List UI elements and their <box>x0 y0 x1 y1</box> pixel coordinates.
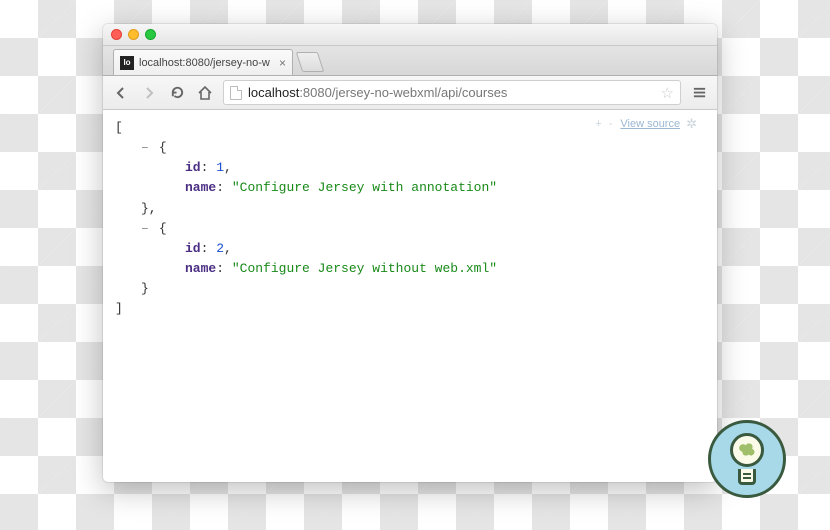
browser-tab-active[interactable]: lo localhost:8080/jersey-no-w × <box>113 49 293 75</box>
url-display: localhost:8080/jersey-no-webxml/api/cour… <box>248 85 507 100</box>
json-viewer-toolbar: + - View source ✲ <box>595 114 697 134</box>
json-object-0-open[interactable]: – { <box>115 138 705 158</box>
collapse-toggle-icon[interactable]: – <box>141 138 151 158</box>
lightbulb-base-icon <box>738 469 756 485</box>
browser-window: lo localhost:8080/jersey-no-w × localhos… <box>103 24 717 482</box>
window-titlebar[interactable] <box>103 24 717 46</box>
new-tab-button[interactable] <box>296 52 324 72</box>
window-close-button[interactable] <box>111 29 122 40</box>
json-row: name: "Configure Jersey with annotation" <box>115 178 705 198</box>
json-object-1-open[interactable]: – { <box>115 219 705 239</box>
url-path: /jersey-no-webxml/api/courses <box>332 85 508 100</box>
json-row: id: 2, <box>115 239 705 259</box>
json-value-id: 1 <box>216 160 224 175</box>
json-value-id: 2 <box>216 241 224 256</box>
json-row: name: "Configure Jersey without web.xml" <box>115 259 705 279</box>
tab-favicon: lo <box>120 56 134 70</box>
window-maximize-button[interactable] <box>145 29 156 40</box>
collapse-toggle-icon[interactable]: – <box>141 219 151 239</box>
address-bar[interactable]: localhost:8080/jersey-no-webxml/api/cour… <box>223 80 681 105</box>
home-button[interactable] <box>195 83 215 103</box>
json-key-name: name <box>185 180 216 195</box>
reload-button[interactable] <box>167 83 187 103</box>
tab-strip: lo localhost:8080/jersey-no-w × <box>103 46 717 76</box>
expand-collapse-all[interactable]: + - <box>595 116 614 133</box>
json-key-id: id <box>185 241 201 256</box>
bookmark-star-icon[interactable]: ☆ <box>661 84 674 102</box>
view-source-link[interactable]: View source <box>620 116 680 133</box>
forward-button[interactable] <box>139 83 159 103</box>
page-content: + - View source ✲ [ – { id: 1, name: "Co… <box>103 110 717 482</box>
page-icon <box>230 86 242 100</box>
url-host: localhost <box>248 85 299 100</box>
json-object-1-close: } <box>115 279 705 299</box>
browser-menu-button[interactable] <box>689 83 709 103</box>
tab-close-icon[interactable]: × <box>279 56 286 70</box>
json-value-name: "Configure Jersey with annotation" <box>232 180 497 195</box>
gear-icon[interactable]: ✲ <box>686 114 697 134</box>
tab-title: localhost:8080/jersey-no-w <box>139 57 274 69</box>
json-value-name: "Configure Jersey without web.xml" <box>232 261 497 276</box>
browser-toolbar: localhost:8080/jersey-no-webxml/api/cour… <box>103 76 717 110</box>
window-minimize-button[interactable] <box>128 29 139 40</box>
json-key-name: name <box>185 261 216 276</box>
brand-badge <box>708 420 786 498</box>
json-row: id: 1, <box>115 158 705 178</box>
json-object-0-close: }, <box>115 199 705 219</box>
json-key-id: id <box>185 160 201 175</box>
lightbulb-icon <box>730 433 764 467</box>
back-button[interactable] <box>111 83 131 103</box>
url-port: :8080 <box>299 85 332 100</box>
json-close-bracket: ] <box>115 299 705 319</box>
